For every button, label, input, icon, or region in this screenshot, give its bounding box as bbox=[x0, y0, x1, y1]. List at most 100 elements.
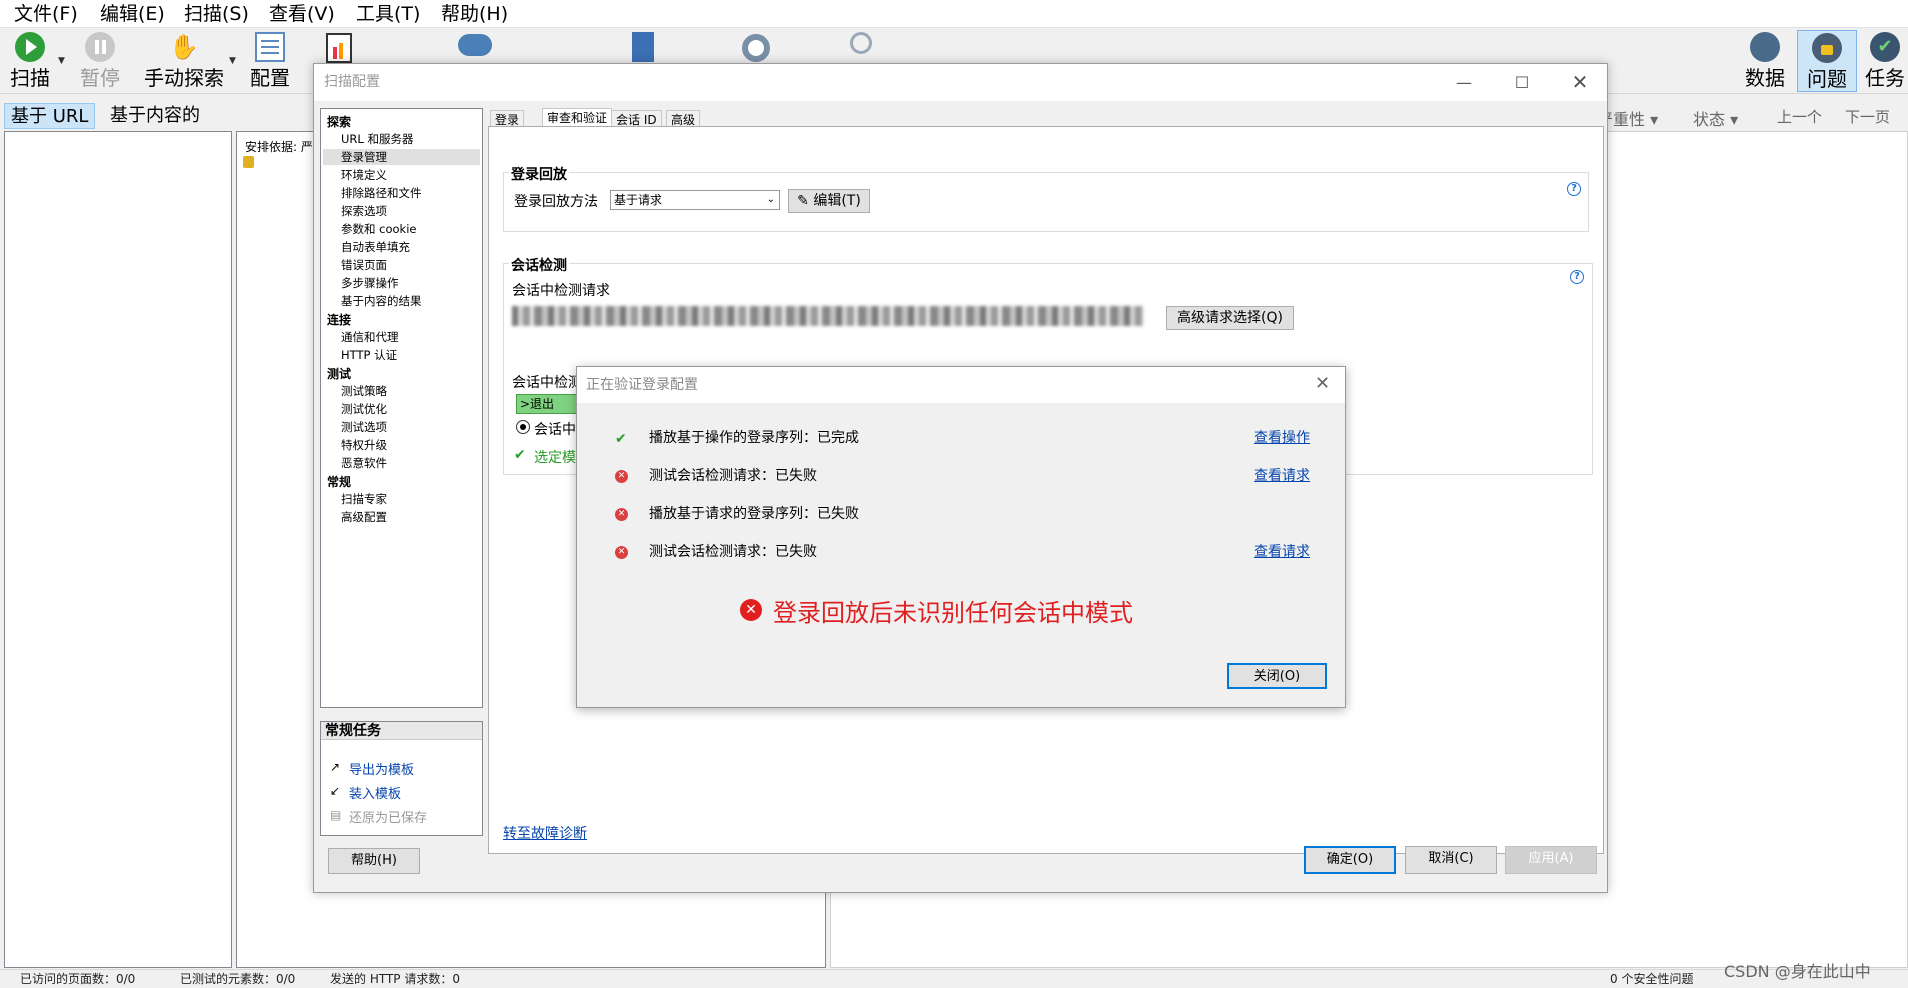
dialog-title: 扫描配置 bbox=[314, 64, 1607, 101]
tree-item[interactable]: 参数和 cookie bbox=[341, 221, 416, 237]
troubleshoot-link[interactable]: 转至故障诊断 bbox=[503, 823, 587, 843]
close-icon[interactable]: ✕ bbox=[1315, 373, 1330, 394]
tree-item[interactable]: 基于内容的结果 bbox=[341, 293, 422, 309]
restore-saved-link[interactable]: 还原为已保存 bbox=[349, 807, 427, 826]
session-request-label: 会话中检测请求 bbox=[512, 283, 610, 299]
replay-method-select[interactable]: 基于请求 ⌄ bbox=[610, 190, 780, 210]
tab-content-based[interactable]: 基于内容的 bbox=[104, 103, 206, 129]
tree-item[interactable]: 自动表单填充 bbox=[341, 239, 410, 255]
verify-row: ✕ 测试会话检测请求：已失败 查看请求 bbox=[577, 541, 1345, 563]
check-icon: ✔ bbox=[615, 431, 627, 447]
status-bar: 已访问的页面数：0/0 已测试的元素数：0/0 发送的 HTTP 请求数：0 0… bbox=[0, 969, 1908, 988]
menu-scan[interactable]: 扫描(S) bbox=[184, 3, 249, 25]
tasks-label: 任务 bbox=[1865, 66, 1905, 90]
close-icon[interactable]: ✕ bbox=[1551, 64, 1609, 101]
help-button[interactable]: 帮助(H) bbox=[328, 848, 420, 874]
tasks-button[interactable]: ✔ 任务 bbox=[1862, 32, 1908, 90]
gear-icon[interactable] bbox=[742, 34, 770, 62]
tree-item[interactable]: 测试策略 bbox=[341, 383, 387, 399]
menu-edit[interactable]: 编辑(E) bbox=[100, 3, 165, 25]
export-template-link[interactable]: 导出为模板 bbox=[349, 759, 414, 778]
tab-url-based[interactable]: 基于 URL bbox=[4, 103, 96, 129]
tree-item[interactable]: URL 和服务器 bbox=[341, 131, 413, 147]
tab-review-verify[interactable]: 审查和验证 bbox=[542, 108, 613, 128]
tasks-title: 常规任务 bbox=[321, 722, 482, 740]
verify-title: 正在验证登录配置 bbox=[577, 367, 1345, 403]
edit-button[interactable]: ✎ 编辑(T) bbox=[788, 189, 870, 213]
verify-row-text: 播放基于操作的登录序列：已完成 bbox=[649, 430, 859, 446]
tree-item[interactable]: 多步骤操作 bbox=[341, 275, 399, 291]
tree-item[interactable]: 排除路径和文件 bbox=[341, 185, 422, 201]
config-button[interactable]: 配置 bbox=[248, 32, 292, 90]
help-icon[interactable]: ? bbox=[1570, 270, 1584, 284]
pause-icon bbox=[85, 32, 115, 62]
next-link[interactable]: 下一页 bbox=[1845, 106, 1890, 127]
login-replay-group: 登录回放 ? 登录回放方法 基于请求 ⌄ ✎ 编辑(T) bbox=[503, 164, 1589, 232]
issues-button[interactable]: 问题 bbox=[1797, 30, 1857, 92]
minimize-icon[interactable]: — bbox=[1435, 64, 1493, 101]
tree-item[interactable]: HTTP 认证 bbox=[341, 347, 397, 363]
help-icon[interactable]: ? bbox=[1567, 182, 1581, 196]
tree-item[interactable]: 通信和代理 bbox=[341, 329, 399, 345]
ok-button[interactable]: 确定(O) bbox=[1304, 846, 1396, 874]
advanced-request-button[interactable]: 高级请求选择(Q) bbox=[1166, 306, 1294, 330]
url-tree-panel[interactable] bbox=[4, 131, 232, 968]
pencil-icon: ✎ bbox=[797, 193, 809, 209]
tree-item[interactable]: 环境定义 bbox=[341, 167, 387, 183]
edit-label: 编辑(T) bbox=[813, 193, 861, 209]
book-icon[interactable] bbox=[632, 32, 654, 62]
verify-row-text: 测试会话检测请求：已失败 bbox=[649, 468, 817, 484]
scan-button[interactable]: 扫描 bbox=[8, 32, 52, 90]
tree-item[interactable]: 恶意软件 bbox=[341, 455, 387, 471]
verify-row-text: 测试会话检测请求：已失败 bbox=[649, 544, 817, 560]
scan-dropdown-icon[interactable]: ▼ bbox=[58, 56, 65, 66]
session-request-url[interactable] bbox=[512, 306, 1144, 326]
tree-item[interactable]: 错误页面 bbox=[341, 257, 387, 273]
verify-login-dialog: 正在验证登录配置 ✕ ✔ 播放基于操作的登录序列：已完成 查看操作 ✕ 测试会话… bbox=[576, 366, 1346, 708]
radio-label: 会话中 bbox=[534, 422, 576, 438]
radio-button[interactable] bbox=[516, 420, 530, 434]
error-icon: ✕ bbox=[740, 599, 762, 621]
replay-method-label: 登录回放方法 bbox=[514, 194, 598, 210]
manual-label: 手动探索 bbox=[144, 66, 224, 90]
error-icon: ✕ bbox=[615, 470, 628, 483]
status-sort[interactable]: 状态 ▾ bbox=[1693, 106, 1738, 130]
scan-label: 扫描 bbox=[10, 66, 50, 90]
view-request-link[interactable]: 查看请求 bbox=[1254, 541, 1310, 563]
verify-row: ✕ 播放基于请求的登录序列：已失败 bbox=[577, 503, 1345, 525]
config-tree[interactable]: 探索 URL 和服务器 登录管理 环境定义 排除路径和文件 探索选项 参数和 cookie 自… bbox=[320, 108, 483, 708]
tree-item[interactable]: 探索选项 bbox=[341, 203, 387, 219]
view-request-link[interactable]: 查看请求 bbox=[1254, 465, 1310, 487]
search-icon[interactable] bbox=[850, 32, 872, 54]
tree-item[interactable]: 特权升级 bbox=[341, 437, 387, 453]
close-button[interactable]: 关闭(O) bbox=[1227, 663, 1327, 689]
tree-item[interactable]: 登录管理 bbox=[323, 149, 480, 165]
manual-dropdown-icon[interactable]: ▼ bbox=[229, 56, 236, 66]
data-button[interactable]: 数据 bbox=[1740, 32, 1790, 90]
manual-explore-button[interactable]: ✋ 手动探索 bbox=[136, 32, 232, 90]
menu-help[interactable]: 帮助(H) bbox=[441, 3, 508, 25]
login-replay-title: 登录回放 bbox=[509, 164, 569, 184]
tree-item[interactable]: 测试选项 bbox=[341, 419, 387, 435]
tree-item[interactable]: 扫描专家 bbox=[341, 491, 387, 507]
data-label: 数据 bbox=[1745, 66, 1785, 90]
view-actions-link[interactable]: 查看操作 bbox=[1254, 427, 1310, 449]
error-icon: ✕ bbox=[615, 508, 628, 521]
tree-item[interactable]: 高级配置 bbox=[341, 509, 387, 525]
menu-file[interactable]: 文件(F) bbox=[14, 3, 78, 25]
menu-tools[interactable]: 工具(T) bbox=[356, 3, 420, 25]
verify-row-text: 播放基于请求的登录序列：已失败 bbox=[649, 506, 859, 522]
pause-button[interactable]: 暂停 bbox=[78, 32, 122, 90]
menu-view[interactable]: 查看(V) bbox=[269, 3, 335, 25]
maximize-icon[interactable]: ☐ bbox=[1493, 64, 1551, 101]
tree-item[interactable]: 测试优化 bbox=[341, 401, 387, 417]
cancel-button[interactable]: 取消(C) bbox=[1405, 846, 1497, 874]
security-issues-count: 0 个安全性问题 bbox=[1610, 972, 1694, 986]
load-template-link[interactable]: 装入模板 bbox=[349, 783, 401, 802]
apply-button[interactable]: 应用(A) bbox=[1505, 846, 1597, 874]
hand-icon: ✋ bbox=[169, 33, 199, 61]
prev-link[interactable]: 上一个 bbox=[1777, 106, 1822, 127]
report-icon[interactable] bbox=[326, 33, 352, 63]
cloud-upload-icon[interactable] bbox=[458, 34, 492, 56]
session-detection-title: 会话检测 bbox=[509, 255, 569, 275]
